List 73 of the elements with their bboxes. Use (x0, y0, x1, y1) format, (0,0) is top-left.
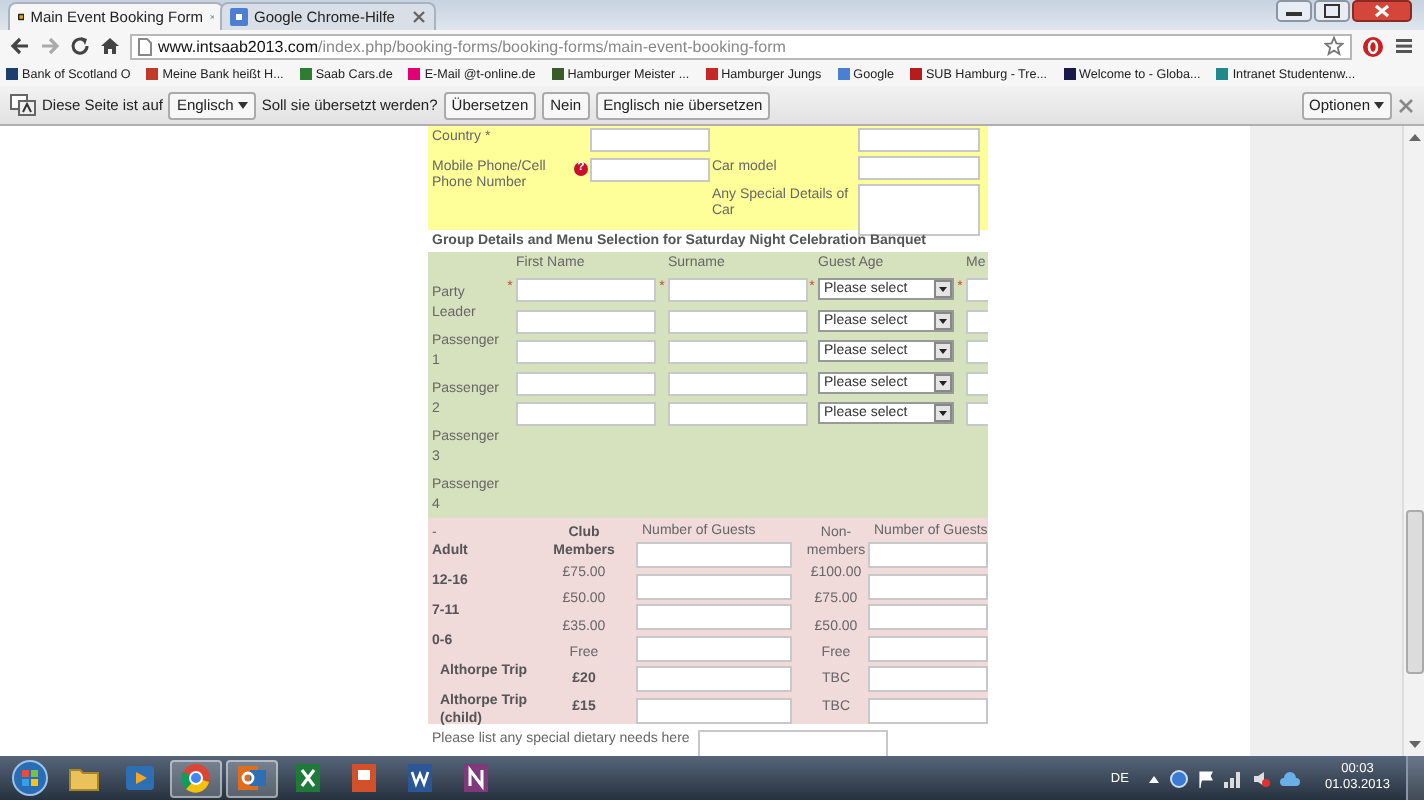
input-field[interactable] (868, 542, 988, 568)
input-field[interactable] (516, 371, 656, 395)
input-field[interactable] (857, 156, 980, 180)
speaker-icon[interactable] (1252, 769, 1271, 787)
input-field[interactable] (636, 666, 792, 692)
input-field[interactable] (516, 278, 656, 302)
input-field[interactable] (516, 309, 656, 333)
input-field[interactable] (668, 402, 808, 426)
input-field[interactable] (868, 604, 988, 630)
input-field[interactable] (668, 309, 808, 333)
input-field[interactable] (668, 278, 808, 302)
signal-icon[interactable] (1224, 769, 1243, 787)
input-field[interactable] (668, 340, 808, 364)
scroll-up-icon[interactable] (1407, 132, 1421, 142)
maximize-icon[interactable] (1314, 0, 1350, 22)
input-field[interactable] (868, 666, 988, 692)
address-field[interactable]: www.intsaab2013.com/index.php/booking-forms/booking-forms/main-event-booking-form (130, 33, 1352, 59)
mail-icon (236, 762, 268, 794)
spreadsheet-icon (292, 762, 324, 794)
page-icon (138, 37, 152, 55)
notebook-icon (460, 762, 492, 794)
home-icon[interactable] (100, 36, 120, 56)
chevron-up-icon[interactable] (1148, 773, 1161, 783)
input-field[interactable] (636, 573, 792, 599)
input-field[interactable] (516, 402, 656, 426)
input-field[interactable] (636, 604, 792, 630)
input-field[interactable] (697, 730, 888, 758)
input-field[interactable] (636, 635, 792, 661)
presentation-icon (348, 762, 380, 794)
forward-icon[interactable] (40, 36, 60, 56)
browser-icon (180, 762, 212, 794)
input-field[interactable] (868, 697, 988, 723)
caret-icon (237, 101, 248, 109)
start-button[interactable] (6, 758, 54, 798)
input-field[interactable] (966, 402, 988, 426)
scroll-thumb[interactable] (1405, 509, 1423, 673)
taskbar-button[interactable] (170, 759, 222, 797)
input-field[interactable] (868, 573, 988, 599)
favicon-icon (18, 8, 25, 26)
flag-icon[interactable] (1198, 769, 1215, 787)
text-area[interactable] (857, 184, 980, 236)
minimize-icon[interactable] (1276, 0, 1312, 22)
globe-icon[interactable] (1170, 769, 1189, 787)
menu-icon[interactable] (1394, 36, 1414, 56)
input-field[interactable] (668, 371, 808, 395)
show-desktop-button[interactable] (1406, 756, 1424, 800)
taskbar-button[interactable] (226, 759, 278, 797)
play-icon (124, 762, 156, 794)
input-field[interactable] (868, 635, 988, 661)
input-field[interactable] (966, 340, 988, 364)
close-icon[interactable] (1352, 0, 1412, 22)
extension-icon[interactable] (1362, 35, 1384, 57)
input-field[interactable] (590, 128, 710, 152)
favicon-icon (230, 8, 248, 26)
start-orb-icon (12, 760, 48, 796)
input-field[interactable] (590, 158, 710, 182)
document-icon (404, 762, 436, 794)
input-field[interactable] (636, 697, 792, 723)
cloud-icon[interactable] (1280, 769, 1301, 787)
input-field[interactable] (966, 371, 988, 395)
translate-icon (10, 94, 36, 116)
input-field[interactable] (966, 309, 988, 333)
input-field[interactable] (636, 542, 792, 568)
back-icon[interactable] (10, 36, 30, 56)
caret-icon (1374, 101, 1384, 109)
input-field[interactable] (516, 340, 656, 364)
reload-icon[interactable] (70, 36, 90, 56)
star-icon[interactable] (1324, 36, 1344, 56)
close-icon[interactable] (412, 10, 426, 24)
scrollbar[interactable] (1402, 126, 1424, 756)
input-field[interactable] (857, 128, 980, 152)
input-field[interactable] (966, 278, 988, 302)
scroll-down-icon[interactable] (1407, 740, 1421, 750)
